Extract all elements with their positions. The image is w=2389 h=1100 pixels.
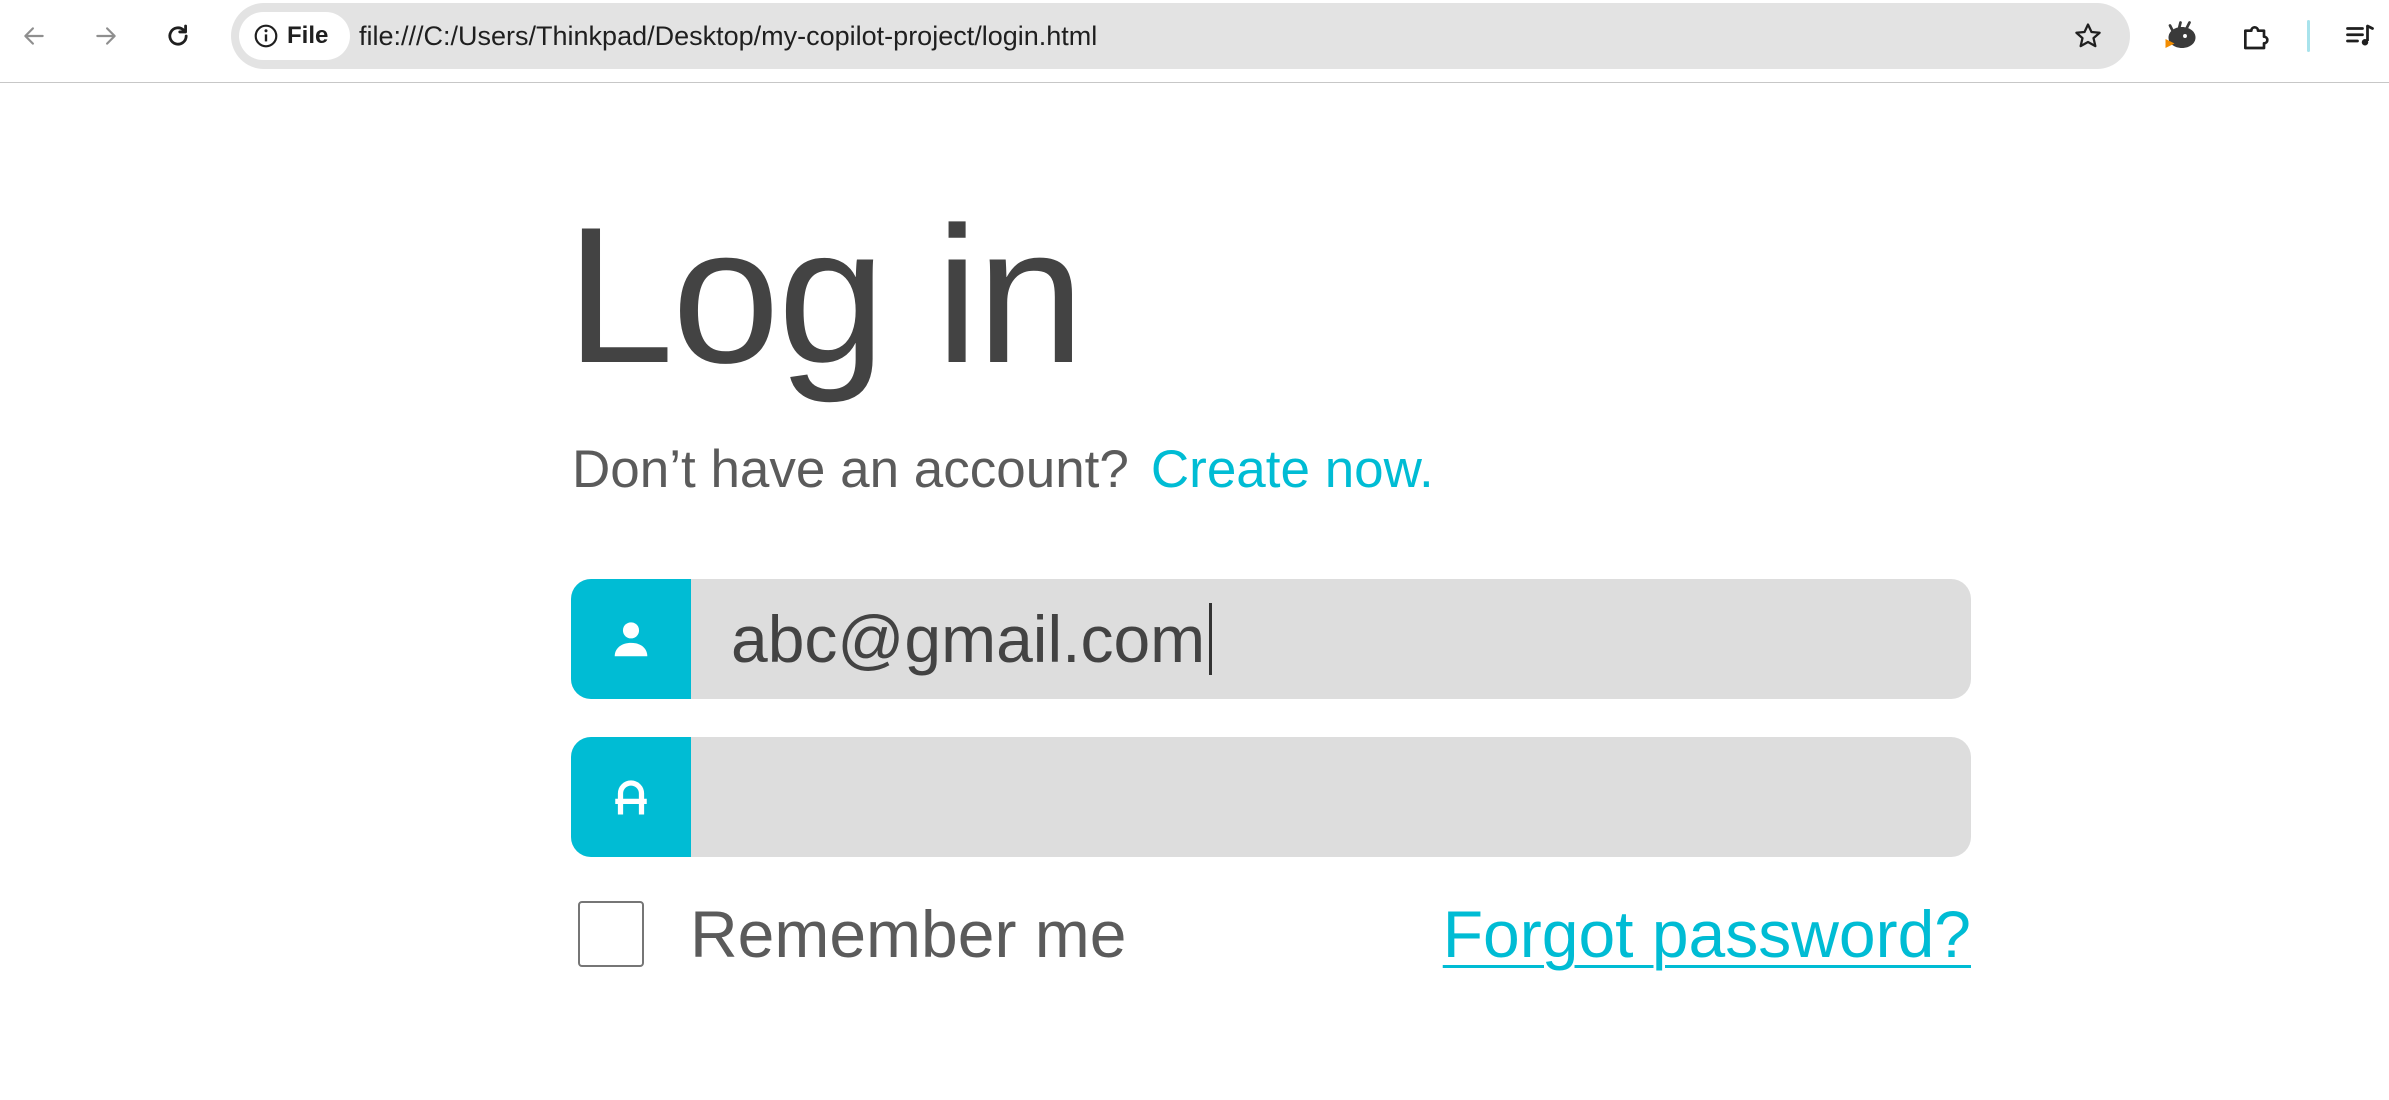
lock-icon: [615, 780, 647, 815]
address-bar[interactable]: File file:///C:/Users/Thinkpad/Desktop/m…: [231, 3, 2130, 69]
email-input[interactable]: [731, 579, 1931, 699]
reload-button[interactable]: [154, 12, 202, 60]
star-icon: [2075, 23, 2101, 48]
toolbar-separator: [2307, 20, 2310, 52]
extensions-button[interactable]: [2232, 12, 2280, 60]
arrow-left-icon: [24, 27, 44, 45]
forward-button[interactable]: [82, 12, 130, 60]
email-icon-box: [571, 579, 691, 699]
password-field[interactable]: [571, 737, 1971, 857]
text-caret: [1209, 603, 1213, 675]
email-field[interactable]: [571, 579, 1971, 699]
puzzle-icon: [2244, 26, 2269, 50]
arrow-right-icon: [96, 27, 116, 45]
url-text[interactable]: file:///C:/Users/Thinkpad/Desktop/my-cop…: [359, 3, 1097, 69]
user-icon: [614, 622, 648, 657]
site-info-chip[interactable]: File: [239, 12, 350, 60]
create-account-link[interactable]: Create now.: [1151, 440, 1434, 499]
bookmark-button[interactable]: [2064, 12, 2112, 60]
signup-prompt: Don’t have an account?: [572, 440, 1129, 499]
remember-me-checkbox[interactable]: [578, 901, 644, 967]
extension-ladybug-button[interactable]: [2158, 12, 2206, 60]
reload-icon: [168, 24, 188, 46]
signup-row: Don’t have an account? Create now.: [572, 440, 1434, 500]
media-controls-button[interactable]: [2336, 12, 2384, 60]
site-chip-label: File: [287, 22, 329, 49]
page-title: Log in: [566, 187, 1085, 404]
password-icon-box: [571, 737, 691, 857]
forgot-password-link[interactable]: Forgot password?: [1443, 896, 1971, 972]
ladybug-icon: [2165, 21, 2196, 48]
info-icon: [254, 24, 278, 48]
browser-toolbar: File file:///C:/Users/Thinkpad/Desktop/m…: [0, 0, 2389, 83]
password-input[interactable]: [731, 737, 1931, 857]
back-button[interactable]: [10, 12, 58, 60]
remember-me-row: Remember me: [578, 896, 1126, 972]
remember-me-label[interactable]: Remember me: [690, 896, 1126, 972]
playlist-icon: [2346, 24, 2374, 46]
